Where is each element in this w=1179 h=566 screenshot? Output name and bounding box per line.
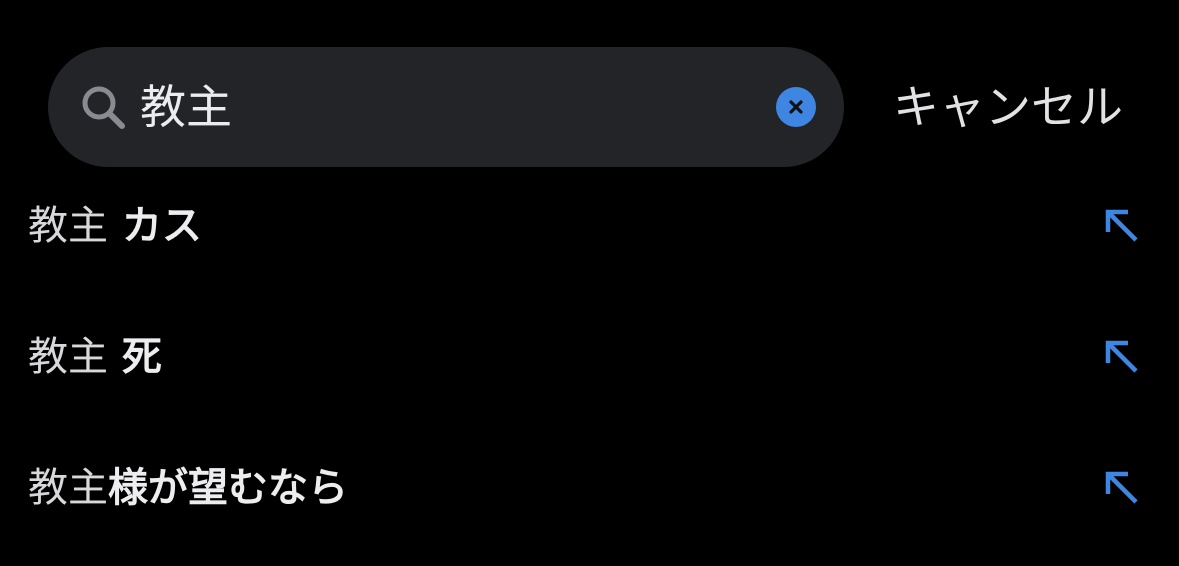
fill-arrow-icon[interactable] [1100,335,1144,379]
fill-arrow-icon[interactable] [1100,466,1144,510]
suggestion-item[interactable]: 教主 死 [0,297,1179,417]
cancel-button[interactable]: キャンセル [893,74,1133,140]
clear-search-button[interactable] [776,87,816,127]
suggestion-label: 教主 死 [28,325,162,389]
suggestion-completion: 様が望むなら [108,465,348,511]
suggestion-match: 教主 [28,465,108,511]
clear-x-icon [789,100,803,114]
suggestion-completion: カス [108,203,202,249]
search-input[interactable]: 教主 [140,74,760,140]
suggestion-completion: 死 [108,334,162,380]
fill-arrow-icon[interactable] [1100,204,1144,248]
suggestion-label: 教主 カス [28,194,202,258]
search-icon [82,86,125,129]
suggestion-match: 教主 [28,203,108,249]
suggestion-item[interactable]: 教主 カス [0,166,1179,286]
suggestion-label: 教主様が望むなら [28,456,348,520]
suggestion-item[interactable]: 教主様が望むなら [0,428,1179,548]
suggestion-match: 教主 [28,334,108,380]
